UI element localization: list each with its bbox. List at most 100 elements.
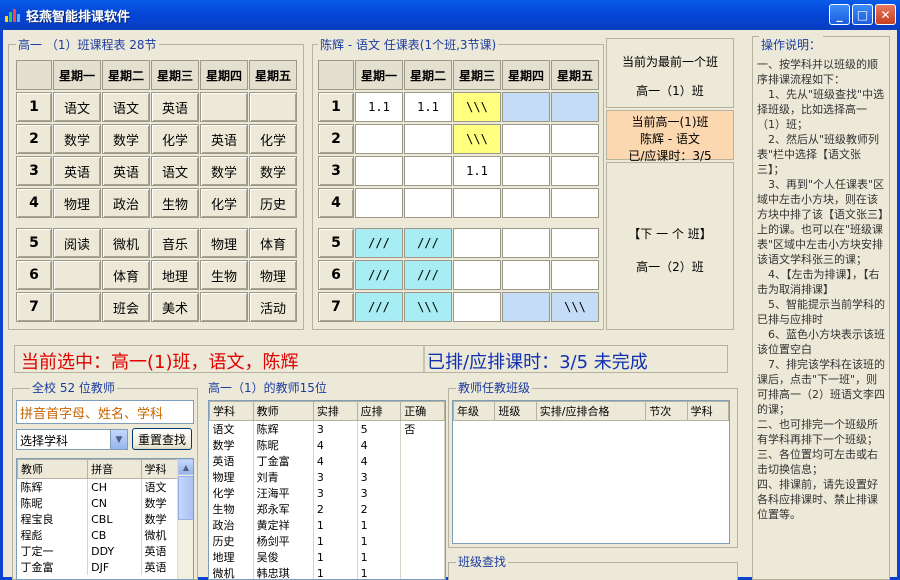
minimize-button[interactable]: _ <box>829 4 850 25</box>
maximize-button[interactable]: □ <box>852 4 873 25</box>
teacher-schedule-cell[interactable] <box>502 260 550 290</box>
teacher-schedule-cell[interactable] <box>502 188 550 218</box>
teacher-schedule-cell[interactable] <box>355 156 403 186</box>
class-schedule-cell[interactable]: 英语 <box>102 156 150 186</box>
class-teacher-row[interactable]: 物理 刘青 3 3 <box>209 469 445 485</box>
teacher-schedule-cell[interactable] <box>502 124 550 154</box>
teacher-schedule-cell[interactable] <box>502 92 550 122</box>
class-schedule-cell[interactable] <box>53 260 101 290</box>
column-header[interactable]: 班级 <box>494 401 537 421</box>
chevron-down-icon[interactable]: ▼ <box>110 430 127 449</box>
class-teacher-row[interactable]: 化学 汪海平 3 3 <box>209 485 445 501</box>
class-schedule-cell[interactable]: 微机 <box>102 228 150 258</box>
class-schedule-cell[interactable]: 英语 <box>53 156 101 186</box>
class-schedule-cell[interactable]: 美术 <box>151 292 199 322</box>
column-header[interactable]: 节次 <box>645 401 688 421</box>
reset-search-button[interactable]: 重置查找 <box>132 428 192 450</box>
teacher-schedule-cell[interactable]: /// <box>355 260 403 290</box>
class-schedule-cell[interactable]: 化学 <box>200 188 248 218</box>
teacher-row[interactable]: 陈昵 CN 数学 <box>17 495 193 511</box>
class-schedule-cell[interactable]: 班会 <box>102 292 150 322</box>
column-header[interactable]: 正确 <box>400 401 445 421</box>
class-schedule-cell[interactable]: 生物 <box>200 260 248 290</box>
teacher-schedule-cell[interactable] <box>502 156 550 186</box>
all-teachers-scrollbar[interactable]: ▲ <box>177 459 193 579</box>
class-schedule-cell[interactable]: 政治 <box>102 188 150 218</box>
scroll-thumb[interactable] <box>178 476 193 520</box>
class-schedule-cell[interactable] <box>200 292 248 322</box>
teacher-schedule-cell[interactable]: /// <box>355 228 403 258</box>
teacher-schedule-cell[interactable] <box>355 188 403 218</box>
teacher-row[interactable]: 陈辉 CH 语文 <box>17 478 193 495</box>
column-header[interactable]: 应排 <box>356 401 402 421</box>
class-schedule-cell[interactable]: 数学 <box>200 156 248 186</box>
next-class-button[interactable]: 【下 一 个 班】 高一（2）班 <box>606 162 734 330</box>
teacher-row[interactable]: 程宝良 CBL 数学 <box>17 511 193 527</box>
teacher-schedule-cell[interactable] <box>404 124 452 154</box>
teacher-schedule-cell[interactable]: 1.1 <box>453 156 501 186</box>
class-teacher-row[interactable]: 微机 韩忠琪 1 1 <box>209 565 445 579</box>
teacher-schedule-cell[interactable] <box>551 260 599 290</box>
teacher-schedule-cell[interactable]: /// <box>355 292 403 322</box>
class-schedule-cell[interactable]: 英语 <box>200 124 248 154</box>
teacher-schedule-cell[interactable]: 1.1 <box>404 92 452 122</box>
class-schedule-cell[interactable]: 数学 <box>249 156 297 186</box>
class-schedule-cell[interactable]: 体育 <box>102 260 150 290</box>
class-schedule-cell[interactable]: 活动 <box>249 292 297 322</box>
teacher-schedule-cell[interactable] <box>453 188 501 218</box>
class-schedule-cell[interactable]: 英语 <box>151 92 199 122</box>
close-button[interactable]: ✕ <box>875 4 896 25</box>
class-schedule-cell[interactable]: 地理 <box>151 260 199 290</box>
teacher-schedule-cell[interactable] <box>502 228 550 258</box>
class-schedule-cell[interactable]: 物理 <box>53 188 101 218</box>
class-schedule-cell[interactable] <box>53 292 101 322</box>
column-header[interactable]: 教师 <box>17 459 89 479</box>
class-schedule-cell[interactable]: 语文 <box>102 92 150 122</box>
teacher-row[interactable]: 程彪 CB 微机 <box>17 527 193 543</box>
scroll-up-icon[interactable]: ▲ <box>178 459 193 475</box>
teacher-row[interactable]: 丁金富 DJF 英语 <box>17 559 193 575</box>
teacher-search-input[interactable]: 拼音首字母、姓名、学科 <box>16 400 194 424</box>
column-header[interactable]: 学科 <box>209 401 254 421</box>
class-teacher-row[interactable]: 政治 黄定祥 1 1 <box>209 517 445 533</box>
class-schedule-cell[interactable]: 化学 <box>249 124 297 154</box>
teacher-schedule-cell[interactable] <box>551 188 599 218</box>
teacher-schedule-cell[interactable]: \\\ <box>551 292 599 322</box>
class-schedule-cell[interactable]: 数学 <box>53 124 101 154</box>
class-schedule-cell[interactable]: 语文 <box>151 156 199 186</box>
teacher-schedule-cell[interactable] <box>551 228 599 258</box>
class-schedule-cell[interactable] <box>200 92 248 122</box>
column-header[interactable]: 学科 <box>686 401 729 421</box>
teacher-schedule-cell[interactable] <box>551 92 599 122</box>
teacher-schedule-cell[interactable] <box>355 124 403 154</box>
teacher-schedule-cell[interactable]: \\\ <box>453 92 501 122</box>
class-teacher-row[interactable]: 生物 郑永军 2 2 <box>209 501 445 517</box>
column-header[interactable]: 实排/应排合格 <box>535 401 647 421</box>
teacher-schedule-cell[interactable] <box>551 124 599 154</box>
teacher-schedule-cell[interactable]: \\\ <box>453 124 501 154</box>
column-header[interactable]: 拼音 <box>87 459 142 479</box>
class-teacher-row[interactable]: 语文 陈辉 3 5 否 <box>209 420 445 437</box>
prev-class-box[interactable]: 当前为最前一个班 高一（1）班 <box>606 38 734 108</box>
teacher-schedule-cell[interactable] <box>404 156 452 186</box>
class-schedule-cell[interactable]: 历史 <box>249 188 297 218</box>
column-header[interactable]: 实排 <box>312 401 358 421</box>
class-schedule-cell[interactable]: 化学 <box>151 124 199 154</box>
class-teacher-row[interactable]: 地理 吴俊 1 1 <box>209 549 445 565</box>
class-teacher-row[interactable]: 历史 杨剑平 1 1 <box>209 533 445 549</box>
teacher-schedule-cell[interactable]: /// <box>404 228 452 258</box>
teacher-schedule-cell[interactable] <box>453 228 501 258</box>
class-teacher-row[interactable]: 英语 丁金富 4 4 <box>209 453 445 469</box>
class-teacher-row[interactable]: 数学 陈昵 4 4 <box>209 437 445 453</box>
class-schedule-cell[interactable]: 数学 <box>102 124 150 154</box>
teacher-schedule-cell[interactable] <box>551 156 599 186</box>
column-header[interactable]: 年级 <box>453 401 496 421</box>
teacher-row[interactable]: 丁定一 DDY 英语 <box>17 543 193 559</box>
class-schedule-cell[interactable]: 音乐 <box>151 228 199 258</box>
class-schedule-cell[interactable]: 物理 <box>249 260 297 290</box>
teacher-schedule-cell[interactable]: 1.1 <box>355 92 403 122</box>
teacher-schedule-cell[interactable] <box>502 292 550 322</box>
class-schedule-cell[interactable] <box>249 92 297 122</box>
class-schedule-cell[interactable]: 生物 <box>151 188 199 218</box>
subject-select[interactable]: 选择学科 ▼ <box>16 429 128 450</box>
